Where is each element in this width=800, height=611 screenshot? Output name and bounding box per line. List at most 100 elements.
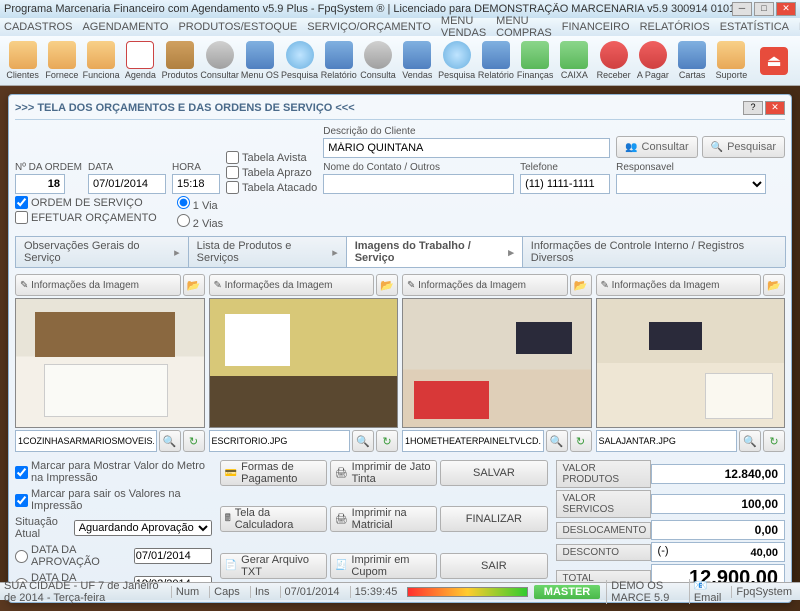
img-filename-0[interactable]	[15, 430, 157, 452]
tab-observacoes[interactable]: Observações Gerais do Serviço▸	[15, 236, 189, 267]
responsavel-select[interactable]	[616, 174, 766, 194]
order-input[interactable]	[15, 174, 65, 194]
via2-radio[interactable]	[177, 214, 190, 227]
tab-produtos[interactable]: Lista de Produtos e Serviços▸	[188, 236, 347, 267]
txt-button[interactable]: 📄 Gerar Arquivo TXT	[220, 553, 327, 579]
hora-input[interactable]	[172, 174, 220, 194]
toolbar-finanças[interactable]: Finanças	[516, 38, 553, 84]
status-date: 07/01/2014	[280, 586, 344, 598]
menu-cadastros[interactable]: CADASTROS	[4, 21, 72, 33]
menu-relatorios[interactable]: RELATÓRIOS	[640, 21, 710, 33]
toolbar-relatório[interactable]: Relatório	[477, 38, 514, 84]
status-email[interactable]: 📧 Email	[689, 579, 726, 604]
toolbar-cartas[interactable]: Cartas	[674, 38, 711, 84]
desl-val: 0,00	[651, 520, 785, 540]
tab-avista-check[interactable]	[226, 151, 239, 164]
menu-servico[interactable]: SERVIÇO/ORÇAMENTO	[307, 21, 431, 33]
via1-radio[interactable]	[177, 196, 190, 209]
contato-input[interactable]	[323, 174, 514, 194]
menu-financeiro[interactable]: FINANCEIRO	[562, 21, 630, 33]
toolbar-vendas[interactable]: Vendas	[399, 38, 436, 84]
menu-compras[interactable]: MENU COMPRAS	[496, 15, 552, 39]
jato-button[interactable]: 🖨 Imprimir de Jato Tinta	[330, 460, 437, 486]
consultar-button[interactable]: 👥 Consultar	[616, 136, 698, 158]
os-check[interactable]	[15, 196, 28, 209]
desl-label: DESLOCAMENTO	[556, 522, 651, 539]
img-zoom-button-0[interactable]: 🔍	[159, 430, 181, 452]
tab-atacado-check[interactable]	[226, 181, 239, 194]
maximize-button[interactable]: □	[754, 2, 774, 16]
contato-label: Nome do Contato / Outros	[323, 162, 514, 173]
menu-estatistica[interactable]: ESTATÍSTICA	[720, 21, 789, 33]
toolbar-menu os[interactable]: Menu OS	[241, 38, 279, 84]
telefone-input[interactable]	[520, 174, 610, 194]
toolbar-consulta[interactable]: Consulta	[359, 38, 396, 84]
calc-button[interactable]: 🖩 Tela da Calculadora	[220, 506, 327, 532]
toolbar-suporte[interactable]: Suporte	[713, 38, 750, 84]
chk-valores[interactable]	[15, 494, 28, 507]
orc-check[interactable]	[15, 211, 28, 224]
menu-agendamento[interactable]: AGENDAMENTO	[82, 21, 168, 33]
status-progress	[407, 587, 527, 597]
img-zoom-button-3[interactable]: 🔍	[739, 430, 761, 452]
cupom-button[interactable]: 🧾 Imprimir em Cupom	[330, 553, 437, 579]
img-refresh-button-2[interactable]: ↻	[570, 430, 592, 452]
toolbar-produtos[interactable]: Produtos	[161, 38, 198, 84]
img-refresh-button-1[interactable]: ↻	[376, 430, 398, 452]
data-input[interactable]	[88, 174, 166, 194]
toolbar-pesquisa[interactable]: Pesquisa	[281, 38, 318, 84]
img-info-button-1[interactable]: ✎ Informações da Imagem	[209, 274, 375, 296]
img-refresh-button-0[interactable]: ↻	[183, 430, 205, 452]
data-aprov-radio[interactable]	[15, 550, 28, 563]
tab-imagens[interactable]: Imagens do Trabalho / Serviço▸	[346, 236, 523, 267]
formas-button[interactable]: 💳 Formas de Pagamento	[220, 460, 327, 486]
pesquisar-button[interactable]: 🔍 Pesquisar	[702, 136, 785, 158]
img-info-button-0[interactable]: ✎ Informações da Imagem	[15, 274, 181, 296]
toolbar-a pagar[interactable]: A Pagar	[634, 38, 671, 84]
img-open-button-0[interactable]: 📂	[183, 274, 205, 296]
window-help-button[interactable]: ?	[743, 101, 763, 115]
status-fpq[interactable]: FpqSystem	[731, 586, 796, 598]
img-filename-1[interactable]	[209, 430, 351, 452]
status-caps: Caps	[209, 586, 244, 598]
window-title: >>> TELA DOS ORÇAMENTOS E DAS ORDENS DE …	[15, 102, 741, 114]
tab-aprazo-check[interactable]	[226, 166, 239, 179]
img-zoom-button-1[interactable]: 🔍	[352, 430, 374, 452]
finalizar-button[interactable]: FINALIZAR	[440, 506, 547, 532]
serv-label: VALOR SERVICOS	[556, 490, 651, 518]
minimize-button[interactable]: ─	[732, 2, 752, 16]
img-open-button-1[interactable]: 📂	[376, 274, 398, 296]
situacao-label: Situação Atual	[15, 516, 71, 540]
img-zoom-button-2[interactable]: 🔍	[546, 430, 568, 452]
sair-button[interactable]: SAIR	[440, 553, 547, 579]
toolbar-exit[interactable]: ⏏	[752, 38, 796, 84]
menu-produtos[interactable]: PRODUTOS/ESTOQUE	[178, 21, 297, 33]
toolbar-receber[interactable]: Receber	[595, 38, 632, 84]
toolbar-relatório[interactable]: Relatório	[320, 38, 357, 84]
os-window: >>> TELA DOS ORÇAMENTOS E DAS ORDENS DE …	[8, 94, 792, 603]
img-open-button-2[interactable]: 📂	[570, 274, 592, 296]
img-info-button-2[interactable]: ✎ Informações da Imagem	[402, 274, 568, 296]
chk-metro[interactable]	[15, 466, 28, 479]
toolbar-fornece[interactable]: Fornece	[43, 38, 80, 84]
toolbar-clientes[interactable]: Clientes	[4, 38, 41, 84]
matricial-button[interactable]: 🖨 Imprimir na Matricial	[330, 506, 437, 532]
img-filename-2[interactable]	[402, 430, 544, 452]
window-close-button[interactable]: ✕	[765, 101, 785, 115]
menu-vendas[interactable]: MENU VENDAS	[441, 15, 486, 39]
close-button[interactable]: ✕	[776, 2, 796, 16]
salvar-button[interactable]: SALVAR	[440, 460, 547, 486]
tab-controle[interactable]: Informações de Controle Interno / Regist…	[522, 236, 786, 267]
toolbar-pesquisa[interactable]: Pesquisa	[438, 38, 475, 84]
toolbar-agenda[interactable]: Agenda	[122, 38, 159, 84]
cliente-input[interactable]	[323, 138, 610, 158]
img-info-button-3[interactable]: ✎ Informações da Imagem	[596, 274, 762, 296]
toolbar-consultar[interactable]: Consultar	[200, 38, 239, 84]
img-open-button-3[interactable]: 📂	[763, 274, 785, 296]
situacao-select[interactable]: Aguardando Aprovação	[74, 520, 212, 536]
toolbar-caixa[interactable]: CAIXA	[556, 38, 593, 84]
data-aprov-input[interactable]	[134, 548, 212, 564]
img-refresh-button-3[interactable]: ↻	[763, 430, 785, 452]
toolbar-funciona[interactable]: Funciona	[83, 38, 120, 84]
img-filename-3[interactable]	[596, 430, 738, 452]
